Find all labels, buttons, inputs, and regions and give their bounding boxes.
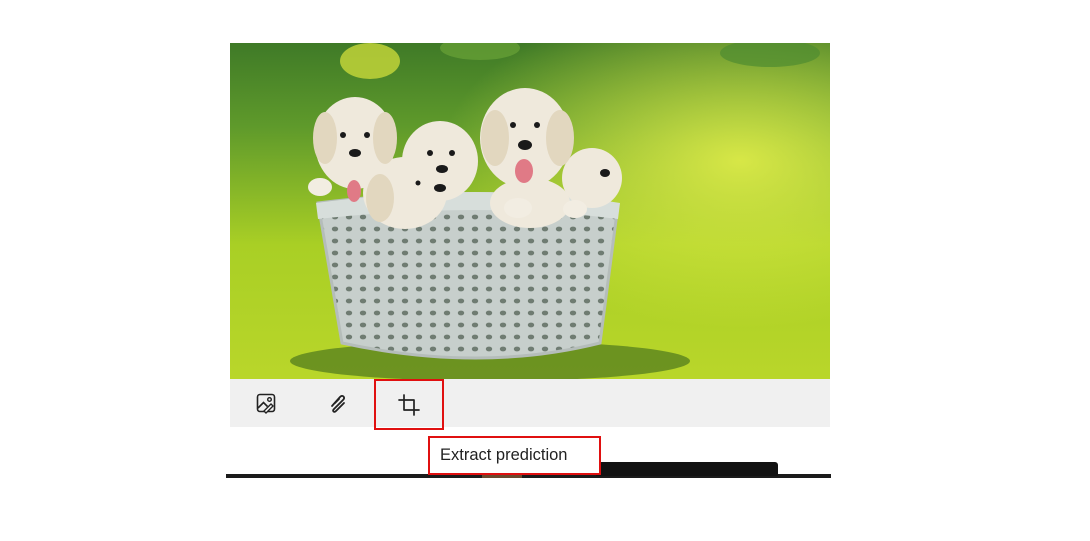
extract-prediction-tooltip: Extract prediction bbox=[428, 436, 601, 475]
draw-button[interactable] bbox=[303, 379, 373, 427]
crop-icon bbox=[398, 393, 420, 416]
dark-panel-edge bbox=[596, 462, 778, 476]
draw-squiggle-icon bbox=[331, 394, 346, 413]
image-toolbar bbox=[230, 379, 830, 430]
tooltip-text: Extract prediction bbox=[440, 446, 568, 464]
page: Extract prediction bbox=[0, 0, 1090, 541]
image-edit-icon bbox=[256, 393, 276, 414]
puppies-photo bbox=[230, 43, 830, 379]
image-edit-button[interactable] bbox=[231, 379, 301, 427]
crop-button[interactable] bbox=[374, 379, 444, 430]
puppies-illustration bbox=[230, 43, 830, 379]
